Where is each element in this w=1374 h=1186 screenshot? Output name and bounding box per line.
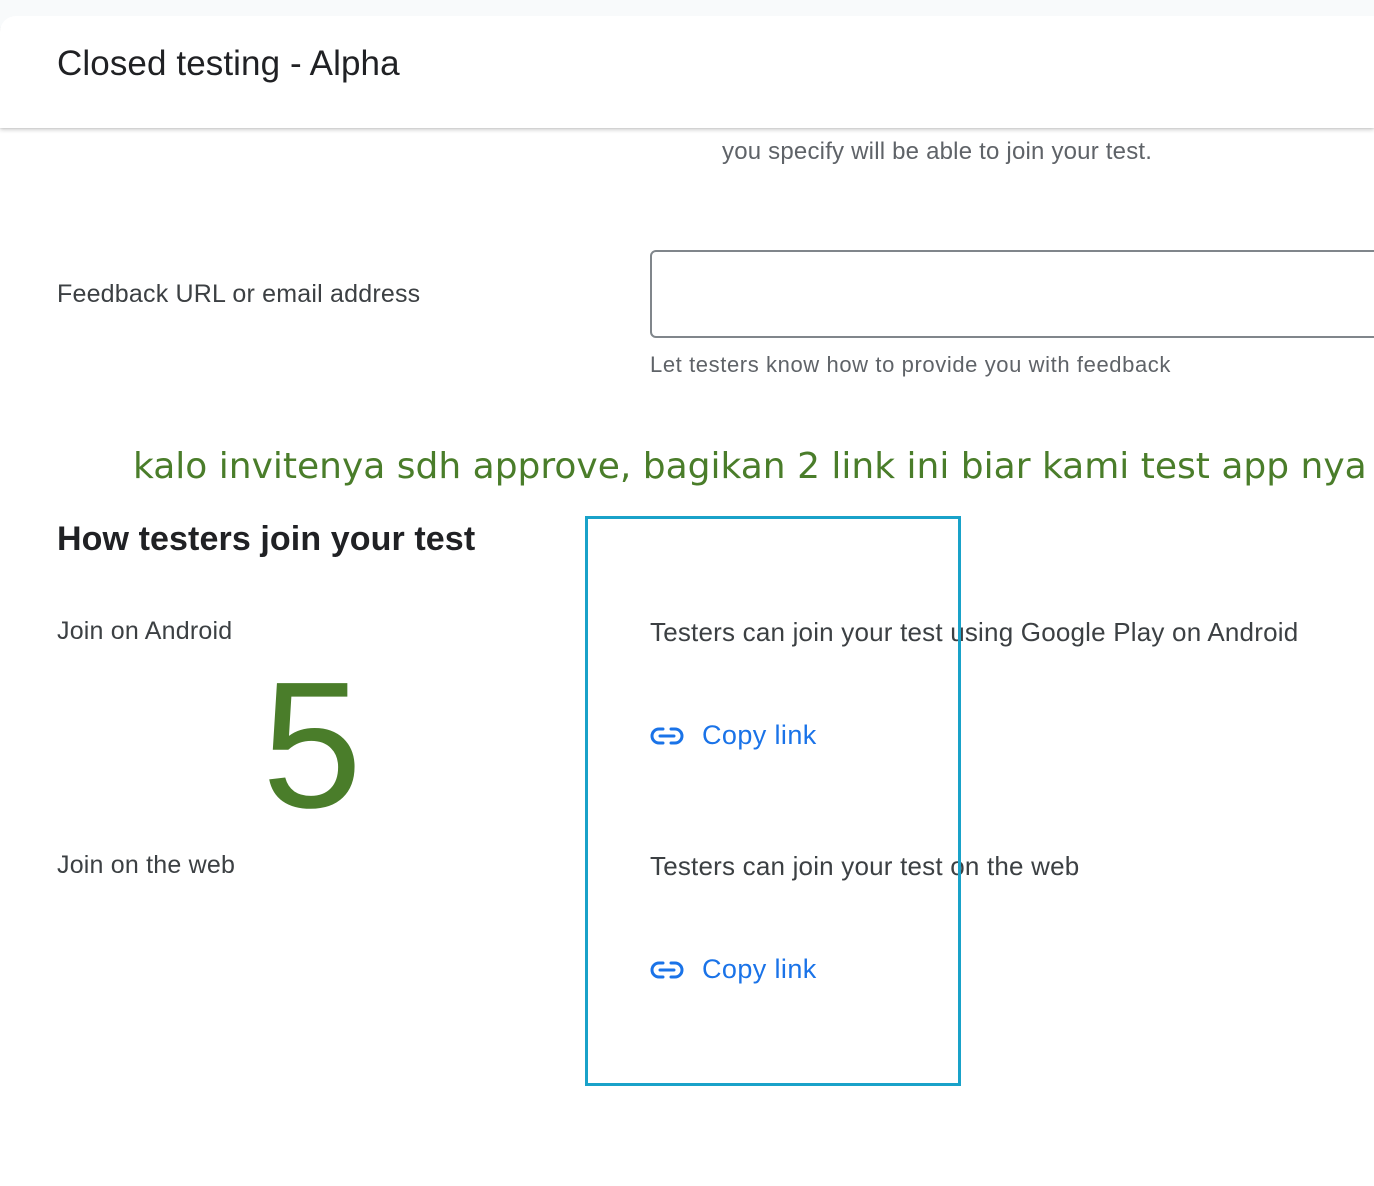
copy-android-link-button[interactable]: Copy link: [650, 720, 817, 751]
copy-link-label: Copy link: [702, 954, 817, 984]
join-web-description: Testers can join your test on the web: [650, 851, 1080, 881]
copy-web-link-button[interactable]: Copy link: [650, 954, 817, 985]
feedback-label: Feedback URL or email address: [57, 280, 421, 308]
join-android-description: Testers can join your test using Google …: [650, 617, 1299, 647]
join-web-label: Join on the web: [57, 851, 236, 879]
link-icon: [650, 960, 684, 980]
section-heading: How testers join your test: [57, 520, 476, 558]
link-icon: [650, 726, 684, 746]
testers-description-partial: you specify will be able to join your te…: [722, 138, 1153, 165]
page-header: Closed testing - Alpha: [0, 16, 1374, 128]
annotation-number: 5: [262, 645, 363, 846]
page-title: Closed testing - Alpha: [57, 44, 400, 83]
join-android-label: Join on Android: [57, 617, 233, 645]
copy-link-label: Copy link: [702, 720, 817, 750]
main-card: Closed testing - Alpha you specify will …: [0, 16, 1374, 1186]
annotation-highlight-box: [585, 516, 961, 1086]
annotation-note: kalo invitenya sdh approve, bagikan 2 li…: [133, 446, 1367, 487]
feedback-url-input[interactable]: [650, 250, 1374, 338]
feedback-helper-text: Let testers know how to provide you with…: [650, 352, 1172, 377]
